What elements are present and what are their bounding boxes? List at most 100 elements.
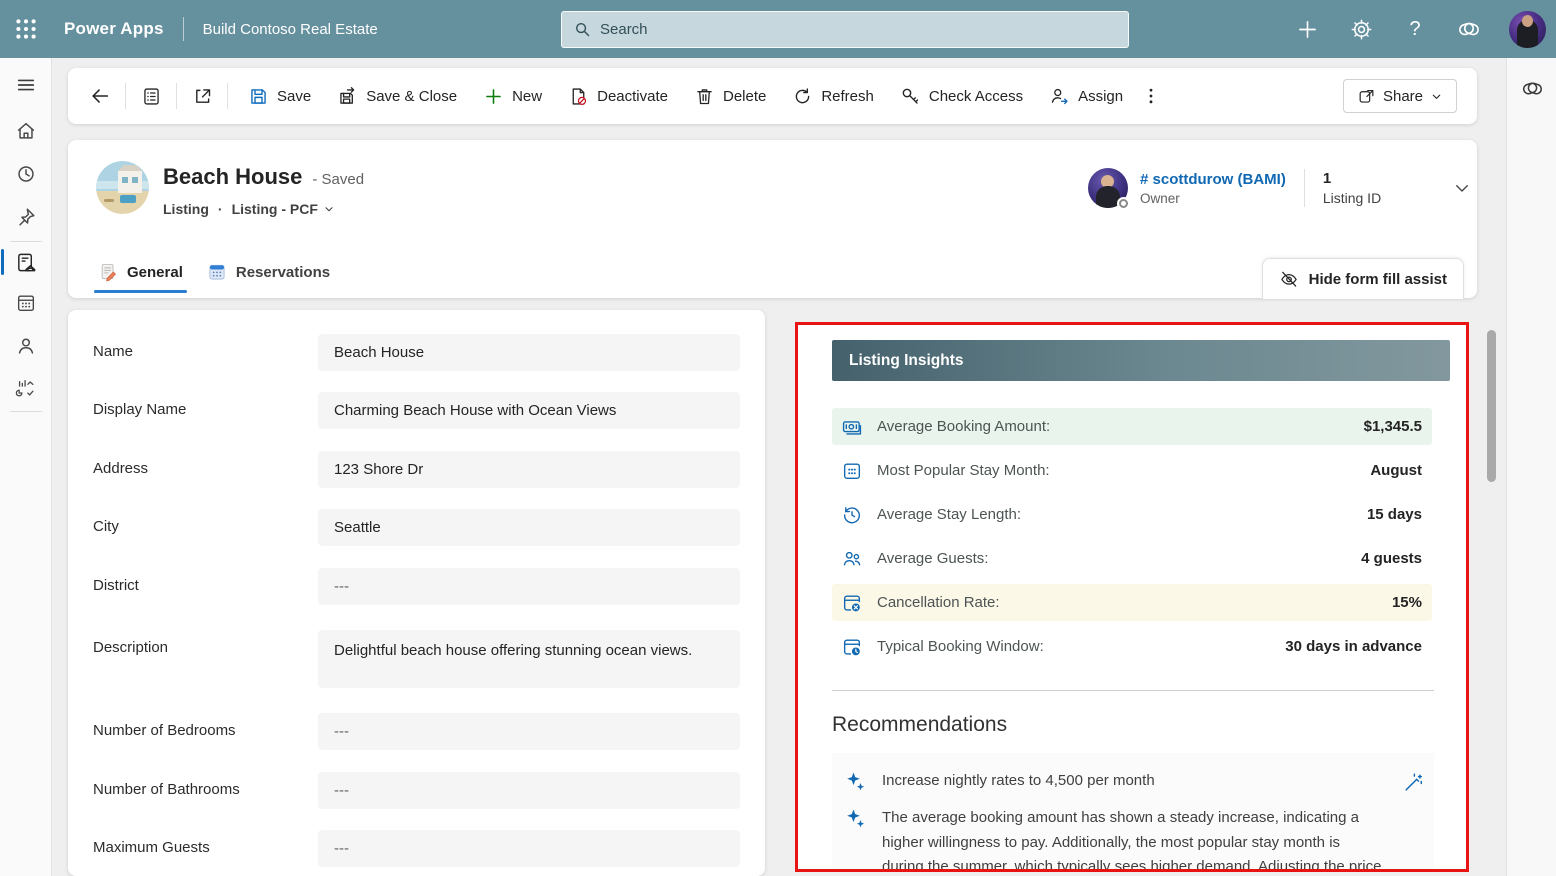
calendar-cancel-icon [841, 592, 863, 614]
command-divider [125, 83, 126, 109]
deactivate-icon [568, 86, 589, 107]
apply-suggestion-wand-icon[interactable] [1402, 772, 1424, 794]
form-selector[interactable]: Listing - PCF [232, 201, 335, 217]
field-label-bathrooms: Number of Bathrooms [93, 772, 318, 809]
field-input-address[interactable]: 123 Shore Dr [318, 451, 740, 488]
stay-length-icon [841, 504, 863, 526]
tab-reservations[interactable]: Reservations [207, 246, 330, 298]
field-label-bedrooms: Number of Bedrooms [93, 713, 318, 750]
check-access-key-icon [900, 86, 921, 107]
vertical-scrollbar[interactable] [1487, 330, 1496, 482]
save-button[interactable]: Save [235, 77, 324, 115]
user-avatar[interactable] [1509, 11, 1546, 48]
more-commands-icon[interactable] [1136, 78, 1166, 114]
save-and-close-button[interactable]: Save & Close [324, 77, 470, 115]
calendar-icon [841, 460, 863, 482]
field-input-display-name[interactable]: Charming Beach House with Ocean Views [318, 392, 740, 429]
people-icon [841, 548, 863, 570]
field-label-description: Description [93, 630, 318, 688]
field-input-bathrooms[interactable]: --- [318, 772, 740, 809]
entity-name: Listing [163, 201, 209, 217]
field-input-description[interactable]: Delightful beach house offering stunning… [318, 630, 740, 688]
insight-row-popular-month: Most Popular Stay Month: August [832, 452, 1432, 489]
field-input-city[interactable]: Seattle [318, 509, 740, 546]
insight-row-cancellation-rate: Cancellation Rate: 15% [832, 584, 1432, 621]
assign-person-icon [1049, 86, 1070, 107]
insight-row-average-guests: Average Guests: 4 guests [832, 540, 1432, 577]
insight-row-stay-length: Average Stay Length: 15 days [832, 496, 1432, 533]
save-icon [248, 86, 269, 107]
field-label-name: Name [93, 334, 318, 371]
nav-menu-icon[interactable] [0, 65, 52, 105]
recommendation-item: Increase nightly rates to 4,500 per mont… [832, 763, 1434, 800]
field-input-max-guests[interactable]: --- [318, 830, 740, 867]
popout-icon[interactable] [184, 78, 220, 114]
add-icon[interactable] [1293, 15, 1321, 43]
nav-reservations-icon[interactable] [0, 283, 52, 323]
chevron-down-icon [323, 203, 335, 215]
share-button[interactable]: Share [1343, 79, 1457, 113]
sparkle-icon [844, 807, 868, 831]
field-label-max-guests: Maximum Guests [93, 830, 318, 867]
subtitle-separator: · [218, 201, 223, 217]
listing-photo[interactable] [96, 161, 149, 214]
form-switcher-icon[interactable] [133, 78, 169, 114]
field-input-district[interactable]: --- [318, 568, 740, 605]
help-icon[interactable]: ? [1401, 15, 1429, 43]
copilot-pane-icon[interactable] [1520, 76, 1545, 101]
field-input-bedrooms[interactable]: --- [318, 713, 740, 750]
nav-analytics-icon[interactable] [0, 368, 52, 408]
settings-gear-icon[interactable] [1347, 15, 1375, 43]
power-apps-window: Power Apps Build Contoso Real Estate [0, 0, 1556, 876]
share-chevron-icon [1430, 90, 1443, 103]
save-close-icon [337, 86, 358, 107]
assign-button[interactable]: Assign [1036, 77, 1136, 115]
waffle-menu-icon[interactable] [0, 0, 52, 58]
tab-general[interactable]: General [98, 246, 183, 298]
environment-name[interactable]: Build Contoso Real Estate [203, 21, 378, 38]
field-label-district: District [93, 568, 318, 605]
eye-off-icon [1279, 269, 1299, 289]
delete-trash-icon [694, 86, 715, 107]
header-expand-chevron-icon[interactable] [1453, 179, 1471, 197]
back-icon[interactable] [82, 78, 118, 114]
field-input-name[interactable]: Beach House [318, 334, 740, 371]
nav-pinned-icon[interactable] [0, 197, 52, 237]
record-header: Beach House - Saved Listing · Listing - … [68, 140, 1477, 298]
header-divider [1304, 169, 1305, 207]
insights-divider [832, 690, 1434, 691]
deactivate-button[interactable]: Deactivate [555, 77, 681, 115]
nav-home-icon[interactable] [0, 111, 52, 151]
global-search[interactable] [561, 11, 1129, 48]
nav-recent-icon[interactable] [0, 154, 52, 194]
general-form-section: Name Beach House Display Name Charming B… [68, 310, 765, 876]
command-divider [227, 83, 228, 109]
left-nav-rail [0, 58, 52, 876]
calendar-clock-icon [841, 636, 863, 658]
nav-divider-bottom [10, 411, 42, 412]
app-name[interactable]: Power Apps [64, 19, 164, 39]
insights-header: Listing Insights [832, 340, 1450, 381]
field-label-display-name: Display Name [93, 392, 318, 429]
reservations-tab-icon [207, 262, 227, 282]
owner-avatar[interactable] [1088, 168, 1128, 208]
field-label-city: City [93, 509, 318, 546]
copilot-side-rail [1506, 58, 1556, 876]
owner-link[interactable]: # scottdurow (BAMI) [1140, 171, 1286, 188]
search-input[interactable] [600, 21, 1116, 38]
copilot-icon[interactable] [1455, 15, 1483, 43]
listing-id-label: Listing ID [1323, 190, 1381, 206]
hide-form-fill-assist-button[interactable]: Hide form fill assist [1262, 258, 1464, 299]
nav-listings-icon[interactable] [0, 242, 52, 282]
recommendations-list: Increase nightly rates to 4,500 per mont… [832, 753, 1434, 872]
new-button[interactable]: New [470, 77, 555, 115]
insight-row-booking-amount: Average Booking Amount: $1,345.5 [832, 408, 1432, 445]
nav-guests-icon[interactable] [0, 326, 52, 366]
general-tab-icon [98, 262, 118, 282]
check-access-button[interactable]: Check Access [887, 77, 1036, 115]
recommendation-item: The average booking amount has shown a s… [832, 800, 1434, 872]
refresh-button[interactable]: Refresh [779, 77, 887, 115]
share-icon [1357, 87, 1376, 106]
insight-row-booking-window: Typical Booking Window: 30 days in advan… [832, 628, 1432, 665]
delete-button[interactable]: Delete [681, 77, 779, 115]
